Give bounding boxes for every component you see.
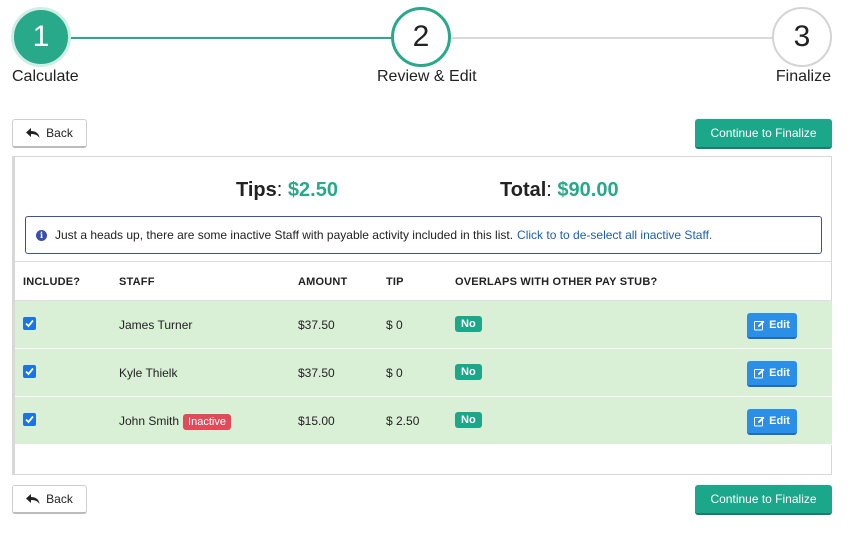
edit-icon (754, 368, 765, 378)
total-label: Total (500, 179, 547, 201)
continue-to-finalize-button-bottom[interactable]: Continue to Finalize (695, 485, 832, 515)
tips-value: $2.50 (287, 179, 338, 201)
check-icon (25, 367, 34, 376)
back-button-bottom[interactable]: Back (12, 485, 87, 514)
overlap-cell: No (455, 364, 482, 380)
edit-icon (754, 320, 765, 330)
include-checkbox[interactable] (23, 317, 36, 330)
include-cell (23, 317, 36, 330)
step-2-circle[interactable]: 2 (391, 7, 451, 67)
deselect-inactive-link[interactable]: Click to to de-select all inactive Staff… (517, 228, 712, 242)
step-3-label: Finalize (775, 68, 831, 85)
staff-table: INCLUDE? STAFF AMOUNT TIP OVERLAPS WITH … (15, 261, 832, 445)
total-summary: Total: $90.00 (500, 179, 619, 201)
header-amount: AMOUNT (298, 276, 348, 288)
edit-button-label: Edit (769, 415, 790, 427)
include-cell (23, 365, 36, 378)
overlap-badge: No (455, 316, 482, 332)
staff-name: James Turner (119, 318, 193, 332)
back-button-label: Back (46, 126, 73, 140)
step-1-circle[interactable]: 1 (11, 7, 71, 67)
table-header: INCLUDE? STAFF AMOUNT TIP OVERLAPS WITH … (15, 261, 832, 301)
amount-value: $37.50 (298, 318, 335, 332)
edit-button[interactable]: Edit (747, 313, 797, 339)
review-panel: Tips: $2.50 Total: $90.00 i Just a heads… (12, 156, 832, 475)
back-button-top[interactable]: Back (12, 119, 87, 148)
totals-summary: Tips: $2.50 Total: $90.00 (15, 179, 831, 207)
edit-button-label: Edit (769, 367, 790, 379)
include-cell (23, 413, 36, 426)
table-row: John Smith Inactive $15.00 $ 2.50 No Edit (15, 397, 832, 445)
reply-arrow-icon (26, 494, 40, 504)
overlap-badge: No (455, 364, 482, 380)
edit-button[interactable]: Edit (747, 361, 797, 387)
staff-name: John Smith (119, 414, 180, 428)
edit-button-label: Edit (769, 319, 790, 331)
amount-value: $37.50 (298, 366, 335, 380)
staff-name: Kyle Thielk (119, 366, 178, 380)
header-staff: STAFF (119, 276, 155, 288)
header-tip: TIP (386, 276, 404, 288)
step-3-circle[interactable]: 3 (772, 7, 832, 67)
overlap-cell: No (455, 412, 482, 428)
continue-button-label: Continue to Finalize (710, 126, 817, 140)
tip-value: $ 0 (386, 318, 403, 332)
include-checkbox[interactable] (23, 365, 36, 378)
header-overlaps: OVERLAPS WITH OTHER PAY STUB? (455, 276, 658, 288)
edit-icon (754, 416, 765, 426)
check-icon (25, 319, 34, 328)
progress-stepper: 1 2 3 Calculate Review & Edit Finalize (0, 0, 857, 100)
info-icon: i (36, 229, 47, 241)
edit-button[interactable]: Edit (747, 409, 797, 435)
continue-to-finalize-button-top[interactable]: Continue to Finalize (695, 119, 832, 149)
tip-value: $ 0 (386, 366, 403, 380)
tip-value: $ 2.50 (386, 414, 420, 428)
inactive-staff-alert: i Just a heads up, there are some inacti… (25, 216, 822, 254)
edit-cell: Edit (747, 313, 797, 339)
stepper-connector-complete (70, 37, 394, 39)
total-value: $90.00 (557, 179, 619, 201)
edit-cell: Edit (747, 409, 797, 435)
header-include: INCLUDE? (23, 276, 81, 288)
step-1-label: Calculate (12, 68, 79, 85)
continue-button-label: Continue to Finalize (710, 492, 817, 506)
step-2-label: Review & Edit (377, 68, 477, 85)
stepper-connector-pending (450, 37, 775, 39)
inactive-badge: Inactive (183, 414, 231, 430)
tips-summary: Tips: $2.50 (236, 179, 338, 201)
tips-label: Tips (236, 179, 277, 201)
table-row: Kyle Thielk $37.50 $ 0 No Edit (15, 349, 832, 397)
overlap-badge: No (455, 412, 482, 428)
table-row: James Turner $37.50 $ 0 No Edit (15, 301, 832, 349)
include-checkbox[interactable] (23, 413, 36, 426)
check-icon (25, 415, 34, 424)
reply-arrow-icon (26, 128, 40, 138)
staff-name-cell: John Smith Inactive (119, 414, 231, 430)
back-button-label: Back (46, 492, 73, 506)
amount-value: $15.00 (298, 414, 335, 428)
edit-cell: Edit (747, 361, 797, 387)
overlap-cell: No (455, 316, 482, 332)
alert-message: Just a heads up, there are some inactive… (55, 228, 514, 242)
